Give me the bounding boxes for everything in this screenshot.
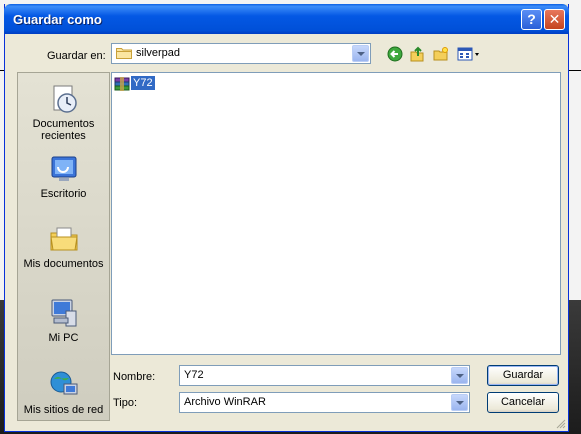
close-icon: ✕ xyxy=(548,11,561,27)
folder-icon xyxy=(116,48,132,59)
lookin-dropdown[interactable]: silverpad xyxy=(111,43,371,64)
filetype-value: Archivo WinRAR xyxy=(184,396,266,408)
save-button[interactable]: Guardar xyxy=(487,365,559,386)
winrar-archive-icon xyxy=(114,77,130,91)
desktop-icon xyxy=(51,156,76,181)
my-documents-icon xyxy=(49,227,78,251)
file-list[interactable]: Y72 xyxy=(111,72,561,355)
place-label: Escritorio xyxy=(40,188,87,200)
filename-label: Nombre: xyxy=(113,371,156,383)
place-desktop[interactable]: Escritorio xyxy=(18,153,109,200)
back-icon[interactable] xyxy=(387,46,403,62)
lookin-label: Guardar en: xyxy=(47,50,106,62)
file-name: Y72 xyxy=(131,76,155,90)
place-label: Mis documentos xyxy=(23,258,104,270)
filename-input[interactable]: Y72 xyxy=(179,365,470,386)
chevron-down-icon[interactable] xyxy=(451,367,468,384)
lookin-value: silverpad xyxy=(136,47,181,59)
place-label: Documentos recientes xyxy=(32,118,95,142)
places-bar: Documentos recientes Escritorio Mis docu… xyxy=(17,72,110,421)
chevron-down-icon[interactable] xyxy=(352,45,369,62)
place-network-places[interactable]: Mis sitios de red xyxy=(18,369,109,416)
filename-value: Y72 xyxy=(184,369,204,381)
view-menu-icon[interactable] xyxy=(457,46,481,62)
my-computer-icon xyxy=(51,299,76,327)
chevron-down-icon[interactable] xyxy=(451,394,468,411)
title-bar[interactable]: Guardar como ? ✕ xyxy=(4,4,569,34)
close-button[interactable]: ✕ xyxy=(544,9,565,30)
network-places-icon xyxy=(50,371,77,395)
place-my-computer[interactable]: Mi PC xyxy=(18,297,109,344)
place-my-documents[interactable]: Mis documentos xyxy=(18,223,109,270)
place-recent-documents[interactable]: Documentos recientes xyxy=(18,83,109,142)
place-label: Mi PC xyxy=(48,332,79,344)
resize-grip-icon[interactable] xyxy=(556,419,566,429)
help-button[interactable]: ? xyxy=(521,9,542,30)
recent-documents-icon xyxy=(53,85,77,113)
new-folder-icon[interactable] xyxy=(433,46,449,62)
cancel-button[interactable]: Cancelar xyxy=(487,392,559,413)
filetype-dropdown[interactable]: Archivo WinRAR xyxy=(179,392,470,413)
window-title: Guardar como xyxy=(13,12,102,27)
up-folder-icon[interactable] xyxy=(409,46,425,62)
help-icon: ? xyxy=(527,11,536,27)
save-as-dialog: Guardar como ? ✕ Guardar en: silverpad D… xyxy=(4,4,569,432)
place-label: Mis sitios de red xyxy=(23,404,104,416)
filetype-label: Tipo: xyxy=(113,397,138,409)
